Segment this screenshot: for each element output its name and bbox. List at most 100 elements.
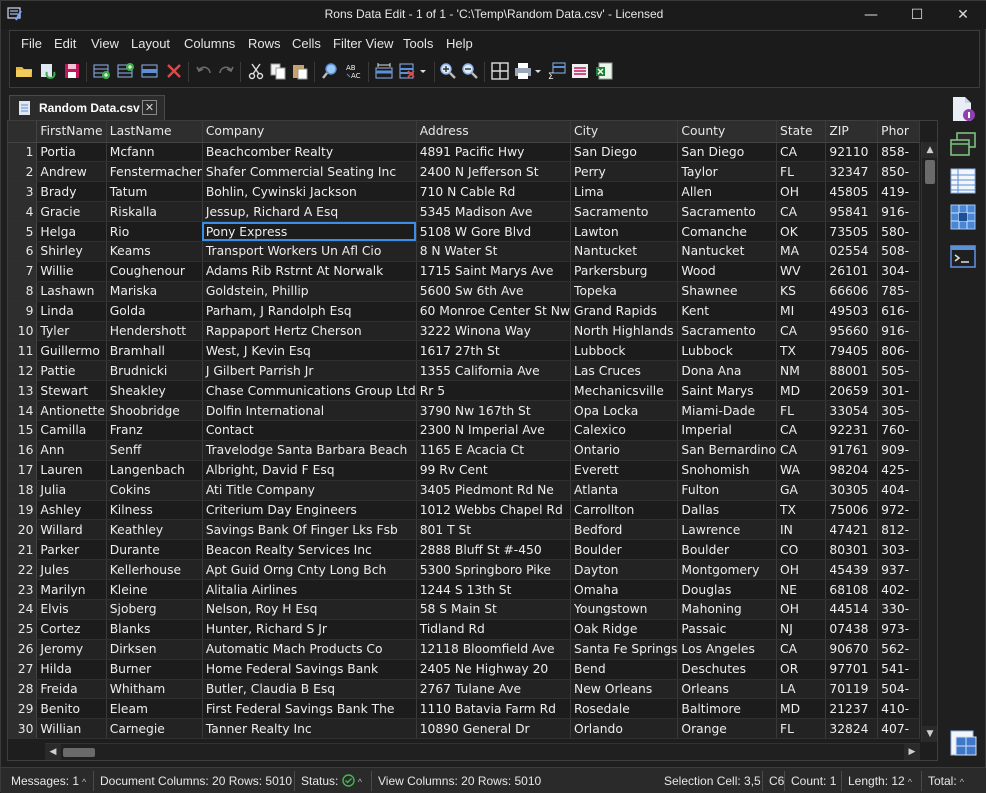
cell-county[interactable]: Saint Marys (677, 380, 778, 402)
cell-phone[interactable]: 419- (877, 181, 920, 203)
table-row[interactable]: 9 Linda Golda Parham, J Randolph Esq 60 Monr… (8, 301, 920, 322)
cell-company[interactable]: Beachcomber Realty (202, 142, 417, 163)
menu-rows[interactable]: Rows (248, 36, 281, 51)
cell-phone[interactable]: 916- (877, 201, 920, 223)
cell-company[interactable]: Tanner Realty Inc (202, 718, 417, 740)
cell-zip[interactable]: 66606 (825, 281, 879, 302)
row-header[interactable]: 23 (8, 579, 38, 600)
cell-address[interactable]: 99 Rv Cent (416, 460, 572, 481)
cell-zip[interactable]: 68108 (825, 579, 879, 600)
table-row[interactable]: 3 Brady Tatum Bohlin, Cywinski Jackson 710 N… (8, 181, 920, 203)
cell-company[interactable]: Albright, David F Esq (202, 460, 417, 481)
cell-state[interactable]: TX (776, 340, 827, 362)
cell-phone[interactable]: 909- (877, 440, 920, 461)
table-row[interactable]: 22 Jules Kellerhouse Apt Guid Orng Cnty Lon… (8, 559, 920, 581)
cell-phone[interactable]: 858- (877, 142, 920, 163)
table-row[interactable]: 12 Pattie Brudnicki J Gilbert Parrish Jr 135… (8, 360, 920, 382)
chevron-down-icon[interactable] (533, 61, 543, 81)
cell-county[interactable]: Lubbock (677, 340, 778, 362)
cell-lastname[interactable]: Tatum (106, 181, 203, 203)
cell-city[interactable]: Oak Ridge (570, 619, 679, 640)
cell-city[interactable]: Sacramento (570, 201, 679, 223)
cell-zip[interactable]: 91761 (825, 440, 879, 461)
cell-county[interactable]: Wood (677, 261, 778, 282)
cell-firstname[interactable]: Freida (36, 679, 107, 700)
table-row[interactable]: 21 Parker Durante Beacon Realty Services In… (8, 539, 920, 561)
cell-phone[interactable]: 937- (877, 559, 920, 581)
paste-icon[interactable] (290, 61, 310, 81)
cell-phone[interactable]: 785- (877, 281, 920, 302)
sum-icon[interactable]: Σ (547, 61, 567, 81)
cell-zip[interactable]: 80301 (825, 539, 879, 561)
cell-county[interactable]: Imperial (677, 420, 778, 441)
add-column-icon[interactable] (92, 61, 112, 81)
close-button[interactable]: ✕ (940, 1, 986, 29)
cell-county[interactable]: Orleans (677, 679, 778, 700)
cell-company[interactable]: Automatic Mach Products Co (202, 639, 417, 660)
cell-zip[interactable]: 30305 (825, 480, 879, 501)
cell-phone[interactable]: 402- (877, 579, 920, 600)
cell-address[interactable]: 5300 Springboro Pike (416, 559, 572, 581)
table-row[interactable]: 8 Lashawn Mariska Goldstein, Phillip 5600 Sw… (8, 281, 920, 302)
grid-layout-icon[interactable] (490, 61, 510, 81)
cell-phone[interactable]: 301- (877, 380, 920, 402)
cell-phone[interactable]: 304- (877, 261, 920, 282)
cell-address[interactable]: 2767 Tulane Ave (416, 679, 572, 700)
clear-filter-icon[interactable] (398, 61, 418, 81)
table-row[interactable]: 4 Gracie Riskalla Jessup, Richard A Esq 5345… (8, 201, 920, 223)
print-icon[interactable] (513, 61, 533, 81)
undo-icon[interactable] (194, 61, 214, 81)
cell-firstname[interactable]: Portia (36, 142, 107, 163)
table-row[interactable]: 2 Andrew Fenstermacher Shafer Commercial Se… (8, 161, 920, 183)
cell-state[interactable]: CO (776, 539, 827, 561)
cell-company[interactable]: Contact (202, 420, 417, 441)
horizontal-scrollbar[interactable]: ◀ ▶ (45, 743, 920, 760)
cell-state[interactable]: NM (776, 360, 827, 382)
cell-lastname[interactable]: Brudnicki (106, 360, 203, 382)
column-header-state[interactable]: State (776, 121, 827, 143)
cell-firstname[interactable]: Stewart (36, 380, 107, 402)
insert-column-icon[interactable] (116, 61, 136, 81)
cell-state[interactable]: TX (776, 500, 827, 521)
cell-address[interactable]: 5345 Madison Ave (416, 201, 572, 223)
minimize-button[interactable]: — (848, 1, 894, 29)
table-row[interactable]: 17 Lauren Langenbach Albright, David F Esq 9… (8, 460, 920, 481)
cell-lastname[interactable]: Senff (106, 440, 203, 461)
cell-zip[interactable]: 98204 (825, 460, 879, 481)
menu-help[interactable]: Help (446, 36, 473, 51)
cell-address[interactable]: 8 N Water St (416, 241, 572, 262)
table-row[interactable]: 7 Willie Coughenour Adams Rib Rstrnt At Nor… (8, 261, 920, 282)
cut-icon[interactable] (246, 61, 266, 81)
cell-firstname[interactable]: Helga (36, 221, 107, 242)
cell-lastname[interactable]: Mcfann (106, 142, 203, 163)
cell-phone[interactable]: 305- (877, 400, 920, 421)
cell-city[interactable]: Omaha (570, 579, 679, 600)
cell-city[interactable]: Boulder (570, 539, 679, 561)
cell-address[interactable]: 12118 Bloomfield Ave (416, 639, 572, 660)
menu-layout[interactable]: Layout (131, 36, 170, 51)
cell-address[interactable]: 2888 Bluff St #-450 (416, 539, 572, 561)
table-row[interactable]: 15 Camilla Franz Contact 2300 N Imperial Ave… (8, 420, 920, 441)
zoom-in-icon[interactable] (438, 61, 458, 81)
cell-county[interactable]: Snohomish (677, 460, 778, 481)
cell-lastname[interactable]: Kilness (106, 500, 203, 521)
cell-firstname[interactable]: Ann (36, 440, 107, 461)
cell-address[interactable]: 60 Monroe Center St Nw (416, 301, 572, 322)
cell-lastname[interactable]: Coughenour (106, 261, 203, 282)
cell-zip[interactable]: 45439 (825, 559, 879, 581)
cell-zip[interactable]: 33054 (825, 400, 879, 421)
cell-company[interactable]: Parham, J Randolph Esq (202, 301, 417, 322)
cell-county[interactable]: Nantucket (677, 241, 778, 262)
cell-county[interactable]: Orange (677, 718, 778, 740)
cell-zip[interactable]: 97701 (825, 659, 879, 680)
row-header[interactable]: 6 (8, 241, 38, 262)
cell-lastname[interactable]: Cokins (106, 480, 203, 501)
vertical-scrollbar[interactable]: ▲ ▼ (921, 142, 937, 742)
cell-address[interactable]: 801 T St (416, 519, 572, 541)
cell-county[interactable]: Boulder (677, 539, 778, 561)
cell-county[interactable]: Passaic (677, 619, 778, 640)
table-row[interactable]: 16 Ann Senff Travelodge Santa Barbara Beach… (8, 440, 920, 461)
table-row[interactable]: 20 Willard Keathley Savings Bank Of Finger … (8, 519, 920, 541)
cell-zip[interactable]: 79405 (825, 340, 879, 362)
cell-address[interactable]: 10890 General Dr (416, 718, 572, 740)
